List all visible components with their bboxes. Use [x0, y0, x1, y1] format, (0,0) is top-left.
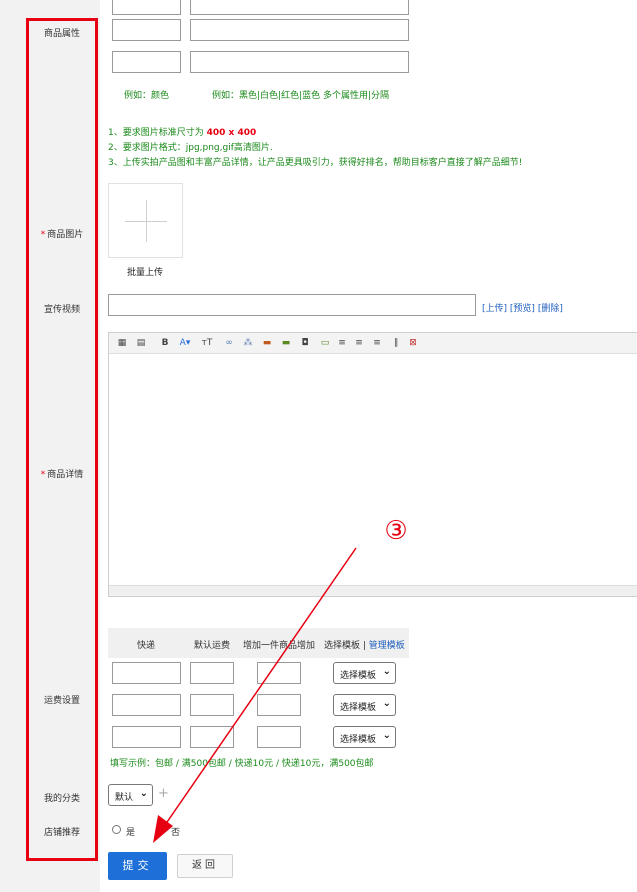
arrow-head: [153, 815, 173, 843]
step-number: ③: [384, 516, 408, 546]
arrow-line: [164, 547, 357, 826]
annotation-arrow: [153, 547, 357, 843]
